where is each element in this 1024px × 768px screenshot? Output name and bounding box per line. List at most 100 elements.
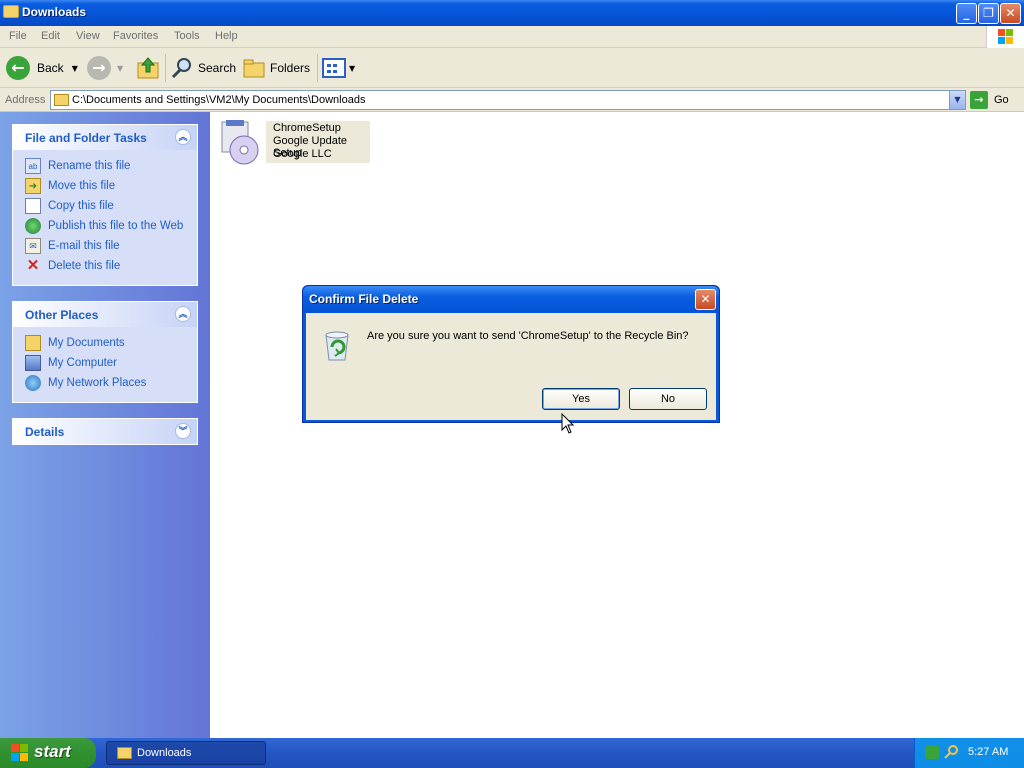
move-icon: ➜: [25, 178, 41, 194]
task-label: Delete this file: [48, 260, 121, 272]
dialog-message: Are you sure you want to send 'ChromeSet…: [367, 330, 689, 342]
place-label: My Documents: [48, 337, 125, 349]
menu-help[interactable]: Help: [215, 30, 238, 42]
views-button[interactable]: ▼: [322, 55, 358, 81]
task-label: E-mail this file: [48, 240, 120, 252]
address-path: C:\Documents and Settings\VM2\My Documen…: [72, 94, 366, 106]
network-tray-icon[interactable]: [925, 745, 939, 759]
collapse-icon[interactable]: ︽: [175, 129, 191, 145]
search-icon[interactable]: [943, 744, 959, 760]
menu-view[interactable]: View: [76, 30, 100, 42]
setup-installer-icon: [221, 120, 259, 165]
my-documents-icon: [25, 335, 41, 351]
task-label: Move this file: [48, 180, 116, 192]
folder-icon: [117, 747, 132, 759]
expand-icon[interactable]: ︾: [175, 423, 191, 439]
email-icon: ✉: [25, 238, 41, 254]
start-label: start: [34, 742, 71, 761]
file-list[interactable]: ChromeSetup Google Update Setup Google L…: [210, 112, 1024, 738]
minimize-button[interactable]: _: [956, 3, 977, 24]
mouse-cursor-icon: [561, 413, 575, 434]
toolbar: ← Back ▼ → ▼ Search Folders ▼: [0, 48, 1024, 88]
task-email[interactable]: ✉ E-mail this file: [13, 236, 197, 256]
task-move[interactable]: ➜ Move this file: [13, 176, 197, 196]
place-label: My Computer: [48, 357, 118, 369]
no-button[interactable]: No: [629, 388, 707, 410]
search-label: Search: [197, 61, 236, 75]
folder-icon: [54, 94, 69, 106]
file-folder-tasks-box: File and Folder Tasks ︽ ab Rename this fi…: [12, 124, 198, 286]
taskbar-item-downloads[interactable]: Downloads: [106, 741, 266, 765]
start-button[interactable]: start: [0, 738, 96, 768]
dialog-close-button[interactable]: ✕: [695, 289, 716, 310]
chevron-down-icon: ▼: [349, 63, 356, 73]
details-title: Details: [25, 425, 65, 439]
place-my-documents[interactable]: My Documents: [13, 333, 197, 353]
file-folder-tasks-title: File and Folder Tasks: [25, 131, 147, 145]
task-delete[interactable]: ✕ Delete this file: [13, 256, 197, 276]
address-input[interactable]: C:\Documents and Settings\VM2\My Documen…: [50, 90, 966, 110]
folders-label: Folders: [270, 61, 311, 75]
recycle-bin-icon: [325, 331, 349, 361]
menu-edit[interactable]: Edit: [41, 30, 60, 42]
menu-file[interactable]: File: [9, 30, 27, 42]
place-my-network[interactable]: My Network Places: [13, 373, 197, 393]
folders-icon: [243, 59, 265, 78]
task-label: Copy this file: [48, 200, 114, 212]
file-name: ChromeSetup: [273, 122, 341, 134]
folders-button[interactable]: Folders: [242, 55, 312, 81]
task-publish[interactable]: Publish this file to the Web: [13, 216, 197, 236]
yes-button[interactable]: Yes: [542, 388, 620, 410]
close-button[interactable]: ✕: [1000, 3, 1021, 24]
copy-icon: [25, 198, 41, 214]
delete-x-icon: ✕: [26, 257, 40, 274]
task-label: Publish this file to the Web: [48, 220, 184, 232]
other-places-box: Other Places ︽ My Documents My Computer …: [12, 301, 198, 403]
windows-logo-icon: [986, 26, 1024, 48]
folder-icon: [3, 5, 19, 18]
other-places-header[interactable]: Other Places ︽: [13, 302, 197, 327]
file-item[interactable]: ChromeSetup Google Update Setup Google L…: [216, 118, 370, 166]
windows-logo-icon: [11, 744, 28, 761]
clock: 5:27 AM: [968, 746, 1009, 758]
chevron-down-icon: ▼: [117, 63, 124, 73]
title-bar[interactable]: Downloads _ ❐ ✕: [0, 0, 1024, 26]
task-rename[interactable]: ab Rename this file: [13, 156, 197, 176]
back-label: Back: [37, 61, 64, 75]
file-folder-tasks-header[interactable]: File and Folder Tasks ︽: [13, 125, 197, 150]
views-icon: [322, 58, 346, 78]
other-places-title: Other Places: [25, 308, 99, 322]
back-arrow-icon: ←: [6, 56, 30, 80]
task-pane: File and Folder Tasks ︽ ab Rename this fi…: [0, 112, 210, 738]
dialog-title-bar[interactable]: Confirm File Delete ✕: [303, 286, 719, 313]
taskbar-item-label: Downloads: [137, 747, 192, 759]
place-label: My Network Places: [48, 377, 147, 389]
details-box: Details ︾: [12, 418, 198, 445]
menu-bar: File Edit View Favorites Tools Help: [0, 26, 1024, 48]
forward-button[interactable]: → ▼: [87, 55, 127, 81]
restore-button[interactable]: ❐: [978, 3, 999, 24]
menu-tools[interactable]: Tools: [174, 30, 200, 42]
file-company: Google LLC: [273, 148, 332, 160]
up-folder-icon: [137, 57, 159, 79]
forward-arrow-icon: →: [87, 56, 111, 80]
system-tray: 5:27 AM: [914, 738, 1024, 768]
chevron-down-icon[interactable]: ▼: [72, 64, 78, 73]
up-folder-button[interactable]: [135, 55, 161, 81]
menu-favorites[interactable]: Favorites: [113, 30, 158, 42]
back-button[interactable]: ← Back ▼: [6, 55, 82, 81]
details-header[interactable]: Details ︾: [13, 419, 197, 444]
search-button[interactable]: Search: [170, 55, 236, 81]
go-arrow-icon: →: [970, 91, 988, 109]
address-dropdown-button[interactable]: ▼: [949, 91, 965, 109]
go-button[interactable]: → Go: [970, 90, 1020, 110]
address-label: Address: [5, 94, 46, 106]
collapse-icon[interactable]: ︽: [175, 306, 191, 322]
dialog-body: Are you sure you want to send 'ChromeSet…: [306, 313, 716, 420]
rename-icon: ab: [25, 158, 41, 174]
place-my-computer[interactable]: My Computer: [13, 353, 197, 373]
confirm-delete-dialog: Confirm File Delete ✕ Are you sure you w…: [302, 285, 720, 423]
task-label: Rename this file: [48, 160, 131, 172]
task-copy[interactable]: Copy this file: [13, 196, 197, 216]
window-title: Downloads: [22, 5, 87, 19]
